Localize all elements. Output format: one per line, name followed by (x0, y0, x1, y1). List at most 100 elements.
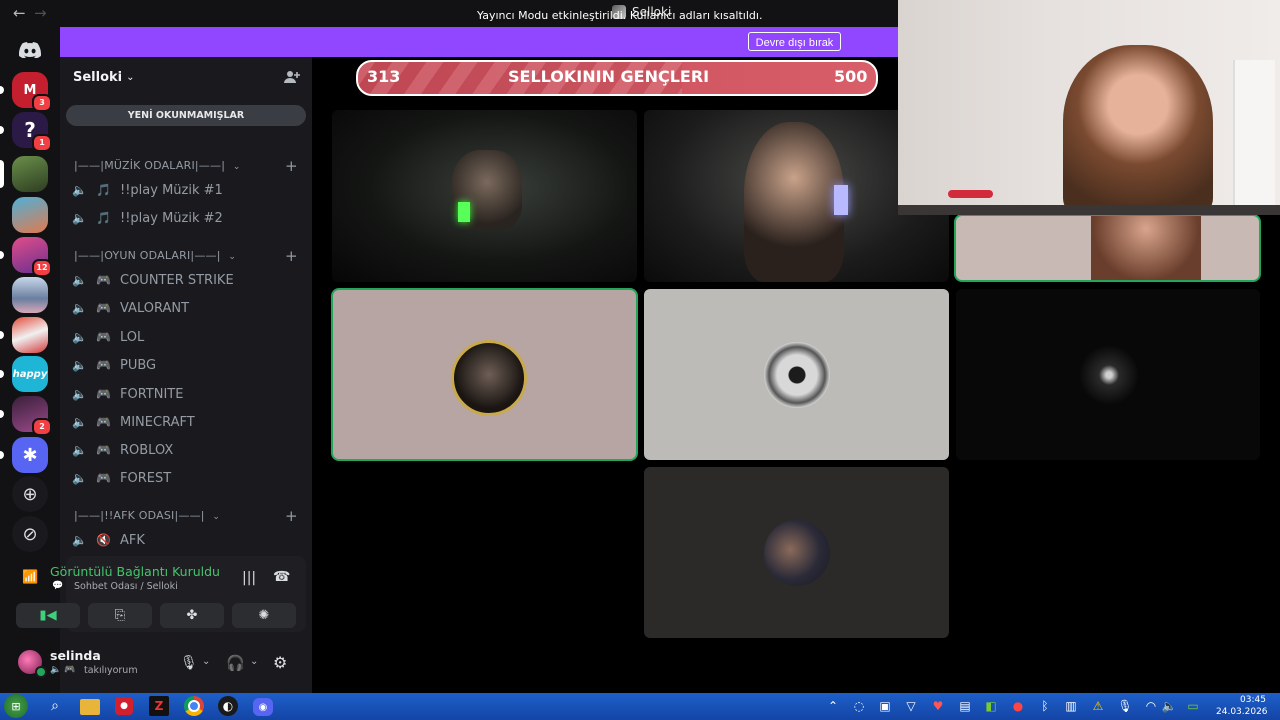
voice-channel[interactable]: 🔈 🎮 COUNTER STRIKE (72, 268, 302, 292)
soundboard-button[interactable]: ✺ (232, 603, 296, 628)
category-music[interactable]: |——|MÜZİK ODALARI|——| ⌄ (74, 159, 241, 172)
voice-channel[interactable]: 🔈 🎵 !!play Müzik #1 (72, 178, 302, 202)
discord-taskbar-button[interactable]: ◉ (253, 698, 273, 716)
taskbar-app-button[interactable]: Z (149, 696, 169, 716)
channel-emoji: 🎮 (96, 273, 111, 287)
tray-icon[interactable]: ▽ (900, 696, 922, 716)
noise-suppression-icon[interactable]: ||| (242, 570, 256, 586)
new-unreads-pill[interactable]: YENİ OKUNMAMIŞLAR (66, 105, 306, 126)
add-server-button[interactable]: ⊕ (12, 476, 48, 512)
invite-people-icon[interactable] (284, 69, 300, 85)
taskbar-search-button[interactable]: ⌕ (44, 696, 66, 716)
voice-channel[interactable]: 🔈 🎮 FOREST (72, 466, 302, 490)
start-button[interactable]: ⊞ (4, 694, 28, 718)
avatar (451, 340, 527, 416)
server-icon-question[interactable]: ? 1 (0, 112, 52, 152)
avatar (1076, 342, 1142, 408)
voice-channel[interactable]: 🔈 🎮 ROBLOX (72, 438, 302, 462)
activity-icon: 🔈 🎮 (50, 665, 76, 675)
back-arrow-icon[interactable]: ← (13, 4, 26, 22)
voice-channel[interactable]: 🔈 🎮 LOL (72, 325, 302, 349)
channel-emoji: 🎮 (96, 330, 111, 344)
video-tile-camera-3[interactable] (956, 216, 1259, 280)
tray-icon[interactable]: ▥ (1060, 696, 1082, 716)
camera-button[interactable]: ▮◀ (16, 603, 80, 628)
warning-icon[interactable]: ⚠ (1087, 696, 1109, 716)
tray-icon[interactable]: ▣ (874, 696, 896, 716)
taskbar-app-button[interactable]: ● (115, 697, 133, 715)
plus-icon: ⊕ (22, 483, 38, 505)
voice-channel-path[interactable]: Sohbet Odası / Selloki (74, 581, 178, 592)
activity-icon: ✤ (186, 608, 198, 623)
server-icon-10[interactable]: 2 (0, 396, 52, 436)
voice-channel[interactable]: 🔈 🎮 PUBG (72, 353, 302, 377)
video-tile-camera-1[interactable] (332, 110, 637, 282)
tray-icon[interactable]: ♥ (927, 696, 949, 716)
server-icon-6[interactable]: 12 (0, 237, 52, 277)
channel-emoji: 🎮 (96, 415, 111, 429)
create-channel-button[interactable]: + (285, 507, 298, 525)
microphone-icon[interactable]: 🎙 (180, 655, 198, 671)
username[interactable]: selinda (50, 648, 101, 663)
volume-icon[interactable]: 🔈 (1158, 696, 1180, 716)
voice-channel[interactable]: 🔈 🎵 !!play Müzik #2 (72, 206, 302, 230)
taskbar-app-button[interactable]: ◐ (218, 696, 238, 716)
bluetooth-icon[interactable]: ᛒ (1034, 696, 1056, 716)
server-header[interactable]: Selloki ⌄ (73, 70, 135, 85)
headphones-icon[interactable]: 🎧 (226, 654, 245, 672)
voice-channel[interactable]: 🔈 🎮 MINECRAFT (72, 410, 302, 434)
voice-channel[interactable]: 🔈 🎮 VALORANT (72, 296, 302, 320)
speaker-icon: 🔈 (72, 358, 87, 372)
video-tile-user-2[interactable] (644, 289, 949, 460)
server-icon-happy[interactable]: happy (0, 356, 48, 392)
video-tile-user-4[interactable] (644, 467, 949, 638)
mention-badge: 1 (32, 134, 52, 152)
forward-arrow-icon[interactable]: → (34, 4, 47, 22)
home-button[interactable] (12, 32, 48, 68)
server-icon-selloki[interactable] (0, 156, 48, 192)
webcam-person (1091, 216, 1201, 280)
voice-status[interactable]: Görüntülü Bağlantı Kuruldu (50, 564, 220, 579)
tray-icon[interactable]: ● (1007, 696, 1029, 716)
gear-icon[interactable]: ⚙ (273, 653, 287, 672)
battery-icon[interactable]: ▭ (1182, 696, 1204, 716)
clock-date[interactable]: 24.03.2026 (1216, 707, 1268, 717)
category-afk[interactable]: |——|!!AFK ODASI|——| ⌄ (74, 509, 220, 522)
discover-button[interactable]: ⊘ (12, 516, 48, 552)
disconnect-icon[interactable]: ☎ (273, 569, 290, 585)
screen-share-button[interactable]: ⎘ (88, 603, 152, 628)
channel-name: COUNTER STRIKE (120, 272, 234, 288)
compass-icon: ⊘ (22, 523, 38, 545)
server-icon-8[interactable] (0, 317, 48, 353)
server-icon-m[interactable]: M 3 (0, 72, 52, 112)
video-tile-user-3[interactable] (956, 289, 1260, 460)
disable-streamer-mode-button[interactable]: Devre dışı bırak (748, 32, 841, 51)
chrome-button[interactable] (184, 696, 204, 716)
speaker-icon: 🔈 (72, 301, 87, 315)
channel-name: !!play Müzik #1 (120, 182, 223, 198)
nvidia-icon[interactable]: ◧ (980, 696, 1002, 716)
server-icon-7[interactable] (12, 277, 48, 313)
voice-channel[interactable]: 🔈 🎮 FORTNITE (72, 382, 302, 406)
create-channel-button[interactable]: + (285, 247, 298, 265)
channel-emoji: 🎮 (96, 301, 111, 315)
chevron-down-icon[interactable]: ⌄ (202, 656, 210, 667)
create-channel-button[interactable]: + (285, 157, 298, 175)
show-hidden-icons-chevron-icon[interactable]: ⌃ (822, 696, 844, 716)
channel-emoji: 🎮 (96, 387, 111, 401)
tray-icon[interactable]: ◌ (848, 696, 870, 716)
channel-name: ROBLOX (120, 442, 174, 458)
tray-icon[interactable]: ▤ (954, 696, 976, 716)
chat-bubble-icon: 💬 (52, 581, 64, 591)
mention-badge: 12 (32, 259, 52, 277)
clock-time[interactable]: 03:45 (1240, 695, 1266, 705)
activities-button[interactable]: ✤ (160, 603, 224, 628)
server-icon-5[interactable] (12, 197, 48, 233)
video-tile-user-1[interactable] (333, 290, 636, 459)
category-games[interactable]: |——|OYUN ODALARI|——| ⌄ (74, 249, 236, 262)
file-explorer-button[interactable] (80, 699, 100, 715)
chevron-down-icon[interactable]: ⌄ (250, 656, 258, 667)
server-icon-11[interactable]: ✱ (0, 437, 48, 473)
voice-channel[interactable]: 🔈 🔇 AFK (72, 528, 302, 552)
microphone-icon[interactable]: 🎙 (1114, 696, 1136, 716)
